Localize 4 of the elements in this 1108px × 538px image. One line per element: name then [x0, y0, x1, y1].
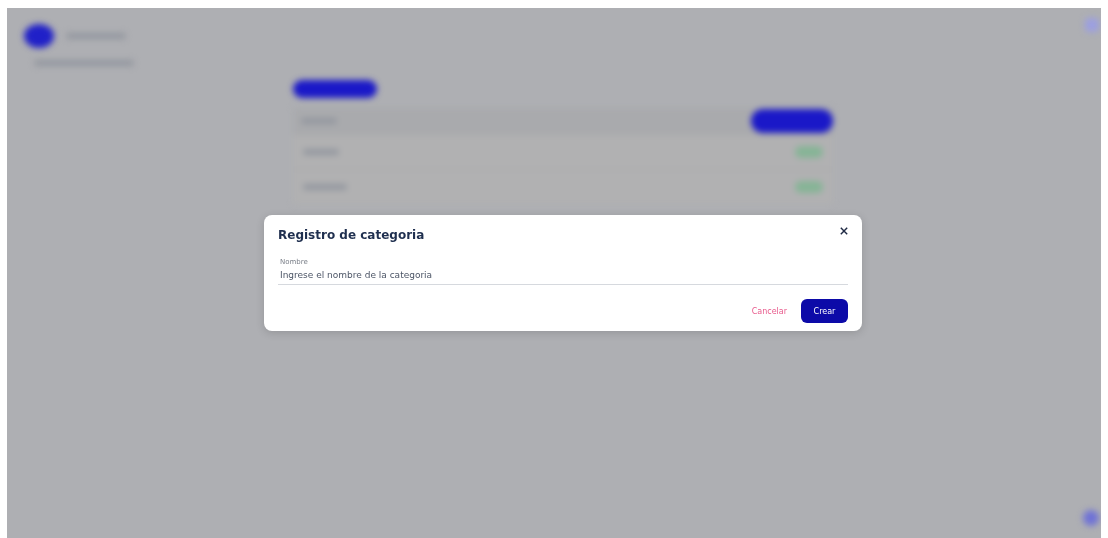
close-icon[interactable]	[840, 227, 848, 235]
dialog-title: Registro de categoria	[278, 228, 425, 242]
cancel-button[interactable]: Cancelar	[745, 300, 793, 322]
create-button[interactable]: Crear	[801, 299, 848, 323]
